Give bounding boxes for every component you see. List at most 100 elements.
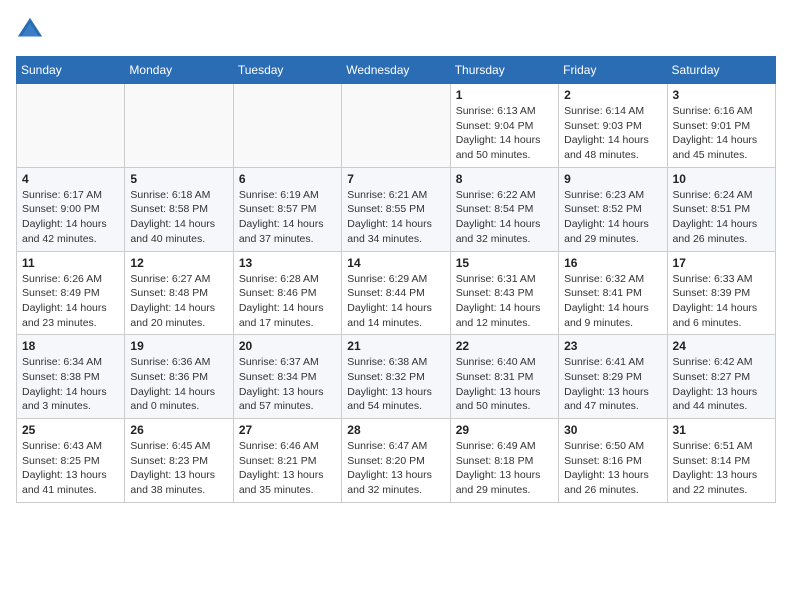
empty-cell: [233, 84, 341, 168]
day-cell-17: 17 Sunrise: 6:33 AM Sunset: 8:39 PM Dayli…: [667, 251, 775, 335]
day-number: 16: [564, 256, 661, 270]
day-number: 15: [456, 256, 553, 270]
day-info: Sunrise: 6:21 AM Sunset: 8:55 PM Dayligh…: [347, 188, 444, 247]
day-cell-3: 3 Sunrise: 6:16 AM Sunset: 9:01 PM Daylig…: [667, 84, 775, 168]
day-info: Sunrise: 6:26 AM Sunset: 8:49 PM Dayligh…: [22, 272, 119, 331]
day-number: 4: [22, 172, 119, 186]
calendar: SundayMondayTuesdayWednesdayThursdayFrid…: [16, 56, 776, 503]
day-info: Sunrise: 6:22 AM Sunset: 8:54 PM Dayligh…: [456, 188, 553, 247]
day-cell-29: 29Sunrise: 6:49 AM Sunset: 8:18 PM Dayli…: [450, 419, 558, 503]
empty-cell: [17, 84, 125, 168]
day-cell-10: 10 Sunrise: 6:24 AM Sunset: 8:51 PM Dayli…: [667, 167, 775, 251]
day-number: 22: [456, 339, 553, 353]
day-number: 8: [456, 172, 553, 186]
day-number: 30: [564, 423, 661, 437]
day-cell-22: 22 Sunrise: 6:40 AM Sunset: 8:31 PM Dayli…: [450, 335, 558, 419]
day-info: Sunrise: 6:43 AM Sunset: 8:25 PM Dayligh…: [22, 439, 119, 498]
day-number: 2: [564, 88, 661, 102]
day-cell-15: 15 Sunrise: 6:31 AM Sunset: 8:43 PM Dayli…: [450, 251, 558, 335]
day-info: Sunrise: 6:50 AM Sunset: 8:16 PM Dayligh…: [564, 439, 661, 498]
day-info: Sunrise: 6:47 AM Sunset: 8:20 PM Dayligh…: [347, 439, 444, 498]
day-info: Sunrise: 6:27 AM Sunset: 8:48 PM Dayligh…: [130, 272, 227, 331]
day-info: Sunrise: 6:32 AM Sunset: 8:41 PM Dayligh…: [564, 272, 661, 331]
day-cell-12: 12 Sunrise: 6:27 AM Sunset: 8:48 PM Dayli…: [125, 251, 233, 335]
day-number: 26: [130, 423, 227, 437]
day-cell-5: 5 Sunrise: 6:18 AM Sunset: 8:58 PM Daylig…: [125, 167, 233, 251]
weekday-header-sunday: Sunday: [17, 57, 125, 84]
day-info: Sunrise: 6:14 AM Sunset: 9:03 PM Dayligh…: [564, 104, 661, 163]
day-info: Sunrise: 6:49 AM Sunset: 8:18 PM Dayligh…: [456, 439, 553, 498]
day-info: Sunrise: 6:28 AM Sunset: 8:46 PM Dayligh…: [239, 272, 336, 331]
day-cell-27: 27Sunrise: 6:46 AM Sunset: 8:21 PM Dayli…: [233, 419, 341, 503]
day-number: 20: [239, 339, 336, 353]
day-cell-25: 25 Sunrise: 6:43 AM Sunset: 8:25 PM Dayli…: [17, 419, 125, 503]
day-cell-8: 8 Sunrise: 6:22 AM Sunset: 8:54 PM Daylig…: [450, 167, 558, 251]
day-info: Sunrise: 6:29 AM Sunset: 8:44 PM Dayligh…: [347, 272, 444, 331]
logo: [16, 16, 50, 44]
day-number: 21: [347, 339, 444, 353]
weekday-header-row: SundayMondayTuesdayWednesdayThursdayFrid…: [17, 57, 776, 84]
week-row-4: 18 Sunrise: 6:34 AM Sunset: 8:38 PM Dayli…: [17, 335, 776, 419]
day-cell-2: 2 Sunrise: 6:14 AM Sunset: 9:03 PM Daylig…: [559, 84, 667, 168]
day-number: 18: [22, 339, 119, 353]
day-number: 25: [22, 423, 119, 437]
logo-icon: [16, 16, 44, 44]
day-cell-20: 20 Sunrise: 6:37 AM Sunset: 8:34 PM Dayli…: [233, 335, 341, 419]
weekday-header-friday: Friday: [559, 57, 667, 84]
day-cell-6: 6Sunrise: 6:19 AM Sunset: 8:57 PM Daylig…: [233, 167, 341, 251]
day-info: Sunrise: 6:33 AM Sunset: 8:39 PM Dayligh…: [673, 272, 770, 331]
day-info: Sunrise: 6:40 AM Sunset: 8:31 PM Dayligh…: [456, 355, 553, 414]
day-number: 5: [130, 172, 227, 186]
day-number: 19: [130, 339, 227, 353]
day-number: 12: [130, 256, 227, 270]
day-info: Sunrise: 6:36 AM Sunset: 8:36 PM Dayligh…: [130, 355, 227, 414]
day-info: Sunrise: 6:18 AM Sunset: 8:58 PM Dayligh…: [130, 188, 227, 247]
day-cell-14: 14 Sunrise: 6:29 AM Sunset: 8:44 PM Dayli…: [342, 251, 450, 335]
day-info: Sunrise: 6:42 AM Sunset: 8:27 PM Dayligh…: [673, 355, 770, 414]
day-info: Sunrise: 6:16 AM Sunset: 9:01 PM Dayligh…: [673, 104, 770, 163]
day-info: Sunrise: 6:13 AM Sunset: 9:04 PM Dayligh…: [456, 104, 553, 163]
day-number: 6: [239, 172, 336, 186]
day-info: Sunrise: 6:34 AM Sunset: 8:38 PM Dayligh…: [22, 355, 119, 414]
day-cell-13: 13 Sunrise: 6:28 AM Sunset: 8:46 PM Dayli…: [233, 251, 341, 335]
day-cell-30: 30 Sunrise: 6:50 AM Sunset: 8:16 PM Dayli…: [559, 419, 667, 503]
day-number: 3: [673, 88, 770, 102]
day-cell-26: 26Sunrise: 6:45 AM Sunset: 8:23 PM Dayli…: [125, 419, 233, 503]
day-info: Sunrise: 6:46 AM Sunset: 8:21 PM Dayligh…: [239, 439, 336, 498]
week-row-3: 11Sunrise: 6:26 AM Sunset: 8:49 PM Dayli…: [17, 251, 776, 335]
day-cell-28: 28 Sunrise: 6:47 AM Sunset: 8:20 PM Dayli…: [342, 419, 450, 503]
empty-cell: [125, 84, 233, 168]
day-info: Sunrise: 6:37 AM Sunset: 8:34 PM Dayligh…: [239, 355, 336, 414]
day-number: 10: [673, 172, 770, 186]
day-cell-4: 4 Sunrise: 6:17 AM Sunset: 9:00 PM Daylig…: [17, 167, 125, 251]
weekday-header-wednesday: Wednesday: [342, 57, 450, 84]
day-cell-16: 16 Sunrise: 6:32 AM Sunset: 8:41 PM Dayli…: [559, 251, 667, 335]
week-row-2: 4 Sunrise: 6:17 AM Sunset: 9:00 PM Daylig…: [17, 167, 776, 251]
day-cell-9: 9Sunrise: 6:23 AM Sunset: 8:52 PM Daylig…: [559, 167, 667, 251]
day-cell-7: 7 Sunrise: 6:21 AM Sunset: 8:55 PM Daylig…: [342, 167, 450, 251]
day-info: Sunrise: 6:17 AM Sunset: 9:00 PM Dayligh…: [22, 188, 119, 247]
day-cell-23: 23Sunrise: 6:41 AM Sunset: 8:29 PM Dayli…: [559, 335, 667, 419]
weekday-header-tuesday: Tuesday: [233, 57, 341, 84]
weekday-header-monday: Monday: [125, 57, 233, 84]
day-number: 7: [347, 172, 444, 186]
page-header: [16, 16, 776, 44]
day-cell-21: 21 Sunrise: 6:38 AM Sunset: 8:32 PM Dayli…: [342, 335, 450, 419]
day-number: 14: [347, 256, 444, 270]
day-number: 13: [239, 256, 336, 270]
day-number: 17: [673, 256, 770, 270]
day-info: Sunrise: 6:38 AM Sunset: 8:32 PM Dayligh…: [347, 355, 444, 414]
week-row-1: 1Sunrise: 6:13 AM Sunset: 9:04 PM Daylig…: [17, 84, 776, 168]
day-info: Sunrise: 6:24 AM Sunset: 8:51 PM Dayligh…: [673, 188, 770, 247]
day-number: 31: [673, 423, 770, 437]
weekday-header-thursday: Thursday: [450, 57, 558, 84]
empty-cell: [342, 84, 450, 168]
day-info: Sunrise: 6:31 AM Sunset: 8:43 PM Dayligh…: [456, 272, 553, 331]
day-info: Sunrise: 6:51 AM Sunset: 8:14 PM Dayligh…: [673, 439, 770, 498]
day-info: Sunrise: 6:41 AM Sunset: 8:29 PM Dayligh…: [564, 355, 661, 414]
day-number: 28: [347, 423, 444, 437]
day-number: 24: [673, 339, 770, 353]
day-cell-24: 24 Sunrise: 6:42 AM Sunset: 8:27 PM Dayli…: [667, 335, 775, 419]
week-row-5: 25 Sunrise: 6:43 AM Sunset: 8:25 PM Dayli…: [17, 419, 776, 503]
day-cell-19: 19 Sunrise: 6:36 AM Sunset: 8:36 PM Dayli…: [125, 335, 233, 419]
